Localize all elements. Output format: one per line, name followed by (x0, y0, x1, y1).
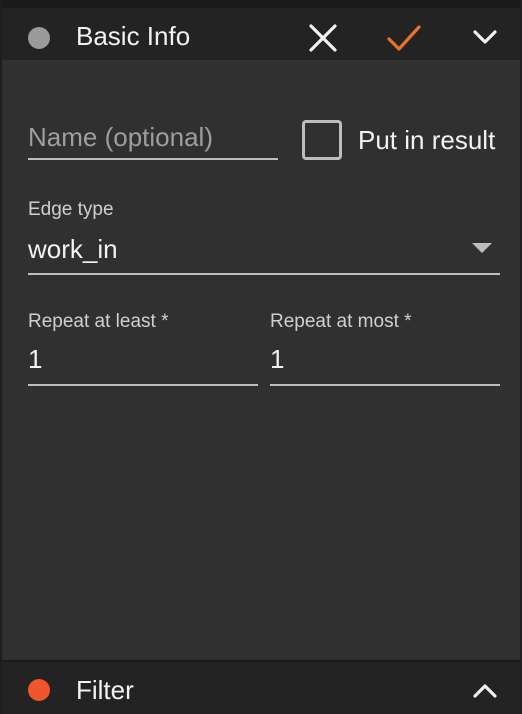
chevron-down-icon (473, 30, 497, 44)
repeat-at-least-value: 1 (28, 344, 43, 374)
repeat-at-most-underline (270, 384, 500, 386)
edge-type-value: work_in (28, 234, 118, 264)
collapse-button[interactable] (472, 28, 498, 46)
filter-section-header[interactable]: Filter (2, 660, 520, 714)
status-dot (28, 27, 50, 49)
put-in-result-label[interactable]: Put in result (358, 125, 495, 156)
repeat-at-most-label: Repeat at most * (270, 311, 412, 332)
edge-type-select[interactable]: work_in (28, 228, 500, 276)
repeat-at-least-label: Repeat at least * (28, 311, 169, 332)
dropdown-arrow-icon[interactable] (472, 243, 492, 253)
expand-button[interactable] (472, 682, 498, 700)
basic-info-panel: Basic Info Put in result Edge type work_… (0, 0, 522, 714)
repeat-at-least-input[interactable]: 1 (28, 338, 258, 384)
basic-info-header: Basic Info (2, 0, 520, 60)
name-input[interactable] (28, 118, 278, 156)
check-icon (387, 25, 421, 51)
close-button[interactable] (308, 23, 338, 53)
name-underline (28, 158, 278, 160)
confirm-button[interactable] (386, 22, 422, 54)
filter-status-dot (28, 679, 50, 701)
repeat-at-least-underline (28, 384, 258, 386)
repeat-at-most-input[interactable]: 1 (270, 338, 500, 384)
repeat-at-most-value: 1 (270, 344, 285, 374)
close-icon (309, 24, 337, 52)
edge-type-underline (28, 273, 500, 275)
section-title: Basic Info (76, 21, 191, 51)
filter-title: Filter (76, 675, 134, 705)
edge-type-label: Edge type (28, 199, 114, 220)
chevron-up-icon (473, 684, 497, 698)
put-in-result-checkbox[interactable] (302, 120, 342, 160)
